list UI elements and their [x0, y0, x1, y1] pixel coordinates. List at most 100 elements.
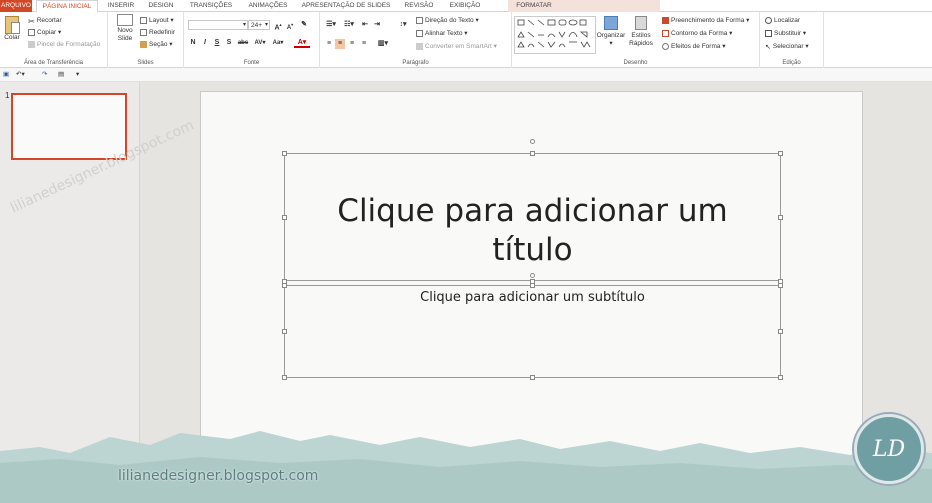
select-button[interactable]: ↖ Selecionar ▾	[765, 42, 809, 51]
tab-insert[interactable]: INSERIR	[104, 0, 138, 12]
resize-handle[interactable]	[282, 151, 287, 156]
shrink-font-button[interactable]: A▾	[285, 20, 295, 31]
resize-handle[interactable]	[530, 283, 535, 288]
format-painter-button[interactable]: Pincel de Formatação	[28, 40, 100, 49]
shapes-gallery[interactable]	[514, 16, 596, 54]
smartart-button[interactable]: Converter em SmartArt ▾	[416, 42, 497, 51]
tab-review[interactable]: REVISÃO	[398, 0, 440, 12]
case-label: Aa	[272, 40, 281, 46]
slide-thumbnail[interactable]	[11, 93, 127, 160]
change-case-button[interactable]: Aa▾	[270, 38, 286, 48]
resize-handle[interactable]	[778, 151, 783, 156]
cut-label: Recortar	[36, 17, 62, 24]
logo-badge: LD	[854, 414, 924, 484]
shape-fill-button[interactable]: Preenchimento da Forma ▾	[662, 16, 749, 25]
customize-toolbar-icon[interactable]: ▾	[76, 70, 79, 79]
resize-handle[interactable]	[778, 215, 783, 220]
align-text-label: Alinhar Texto	[425, 30, 463, 37]
replace-icon	[765, 29, 772, 37]
layout-icon	[140, 16, 147, 24]
start-slideshow-icon[interactable]: ▤	[58, 70, 64, 79]
align-right-icon[interactable]: ≡	[347, 39, 357, 49]
chevron-down-icon: ▾	[264, 22, 268, 28]
tab-transitions[interactable]: TRANSIÇÕES	[186, 0, 236, 12]
section-button[interactable]: Seção ▾	[140, 40, 173, 49]
reset-label: Redefinir	[149, 29, 176, 36]
justify-icon[interactable]: ≡	[359, 39, 369, 49]
underline-button[interactable]: S	[212, 38, 222, 48]
bold-button[interactable]: N	[188, 38, 198, 48]
strikethrough-button[interactable]: abc	[236, 38, 250, 48]
resize-handle[interactable]	[530, 375, 535, 380]
watermark-bottom: lilianedesigner.blogspot.com	[118, 468, 319, 484]
columns-icon[interactable]: ▥▾	[376, 39, 390, 49]
subtitle-placeholder[interactable]: Clique para adicionar um subtítulo	[284, 285, 781, 378]
section-icon	[140, 40, 147, 48]
tab-design[interactable]: DESIGN	[144, 0, 178, 12]
grow-font-button[interactable]: A▴	[273, 20, 283, 31]
effects-icon	[662, 42, 669, 50]
italic-button[interactable]: I	[200, 38, 210, 48]
resize-handle[interactable]	[778, 375, 783, 380]
find-button[interactable]: Localizar	[765, 16, 800, 25]
cut-button[interactable]: ✂ Recortar	[28, 16, 62, 26]
rotate-handle[interactable]	[530, 139, 535, 144]
decrease-indent-icon[interactable]: ⇤	[360, 20, 370, 30]
copy-button[interactable]: Copiar ▾	[28, 28, 61, 37]
resize-handle[interactable]	[282, 283, 287, 288]
line-spacing-icon[interactable]: ↕▾	[396, 20, 410, 30]
slide-number: 1	[5, 91, 10, 100]
resize-handle[interactable]	[282, 329, 287, 334]
shape-effects-button[interactable]: Efeitos de Forma ▾	[662, 42, 726, 51]
reset-button[interactable]: Redefinir	[140, 28, 175, 37]
new-slide-button[interactable]: Novo Slide	[114, 14, 136, 43]
tab-format[interactable]: FORMATAR	[508, 0, 560, 12]
resize-handle[interactable]	[282, 375, 287, 380]
increase-indent-icon[interactable]: ⇥	[372, 20, 382, 30]
cursor-icon: ↖	[765, 43, 771, 51]
shape-effects-label: Efeitos de Forma	[671, 43, 721, 50]
layout-label: Layout	[149, 17, 169, 24]
arrange-button[interactable]: Organizar ▾	[596, 16, 626, 48]
tab-slideshow[interactable]: APRESENTAÇÃO DE SLIDES	[300, 0, 392, 12]
bullets-icon[interactable]: ☰▾	[324, 20, 338, 30]
align-left-icon[interactable]: ≡	[324, 39, 334, 49]
resize-handle[interactable]	[778, 283, 783, 288]
save-icon[interactable]: ▣	[3, 70, 9, 79]
align-center-icon[interactable]: ≡	[335, 39, 345, 49]
group-label-font: Fonte	[243, 60, 260, 66]
shadow-button[interactable]: S	[224, 38, 234, 48]
replace-button[interactable]: Substituir ▾	[765, 29, 806, 38]
shape-outline-button[interactable]: Contorno da Forma ▾	[662, 29, 732, 38]
slide-canvas[interactable]: Clique para adicionar um título Clique p…	[200, 91, 863, 466]
font-color-button[interactable]: A▾	[294, 38, 310, 48]
character-spacing-button[interactable]: AV▾	[252, 38, 268, 48]
text-direction-icon	[416, 16, 423, 24]
section-label: Seção	[149, 41, 168, 48]
layout-button[interactable]: Layout ▾	[140, 16, 174, 25]
tab-file[interactable]: ARQUIVO	[0, 0, 32, 12]
align-text-button[interactable]: Alinhar Texto ▾	[416, 29, 468, 38]
clear-format-icon[interactable]: ✎	[299, 20, 309, 30]
tab-animations[interactable]: ANIMAÇÕES	[242, 0, 294, 12]
reset-icon	[140, 28, 147, 36]
numbering-icon[interactable]: ☷▾	[342, 20, 356, 30]
font-size-field[interactable]: 24+ ▾	[248, 20, 270, 30]
paste-button[interactable]: Colar	[2, 16, 22, 42]
title-placeholder[interactable]: Clique para adicionar um título	[284, 153, 781, 281]
slide-icon	[117, 14, 133, 26]
arrange-icon	[604, 16, 618, 30]
resize-handle[interactable]	[778, 329, 783, 334]
font-name-field[interactable]: ▾	[188, 20, 248, 30]
shapes-icons	[517, 19, 591, 48]
resize-handle[interactable]	[530, 151, 535, 156]
torn-paper-decoration	[0, 431, 932, 503]
undo-icon[interactable]: ↶▾	[16, 70, 25, 79]
redo-icon[interactable]: ↷	[42, 70, 47, 79]
text-direction-button[interactable]: Direção do Texto ▾	[416, 16, 479, 25]
rotate-handle[interactable]	[530, 273, 535, 278]
group-paragraph: ☰▾ ☷▾ ⇤ ⇥ ↕▾ ≡ ≡ ≡ ≡ ▥▾ Direção do Texto…	[320, 12, 512, 68]
tab-view[interactable]: EXIBIÇÃO	[444, 0, 486, 12]
quick-styles-button[interactable]: Estilos Rápidos	[626, 16, 656, 48]
resize-handle[interactable]	[282, 215, 287, 220]
